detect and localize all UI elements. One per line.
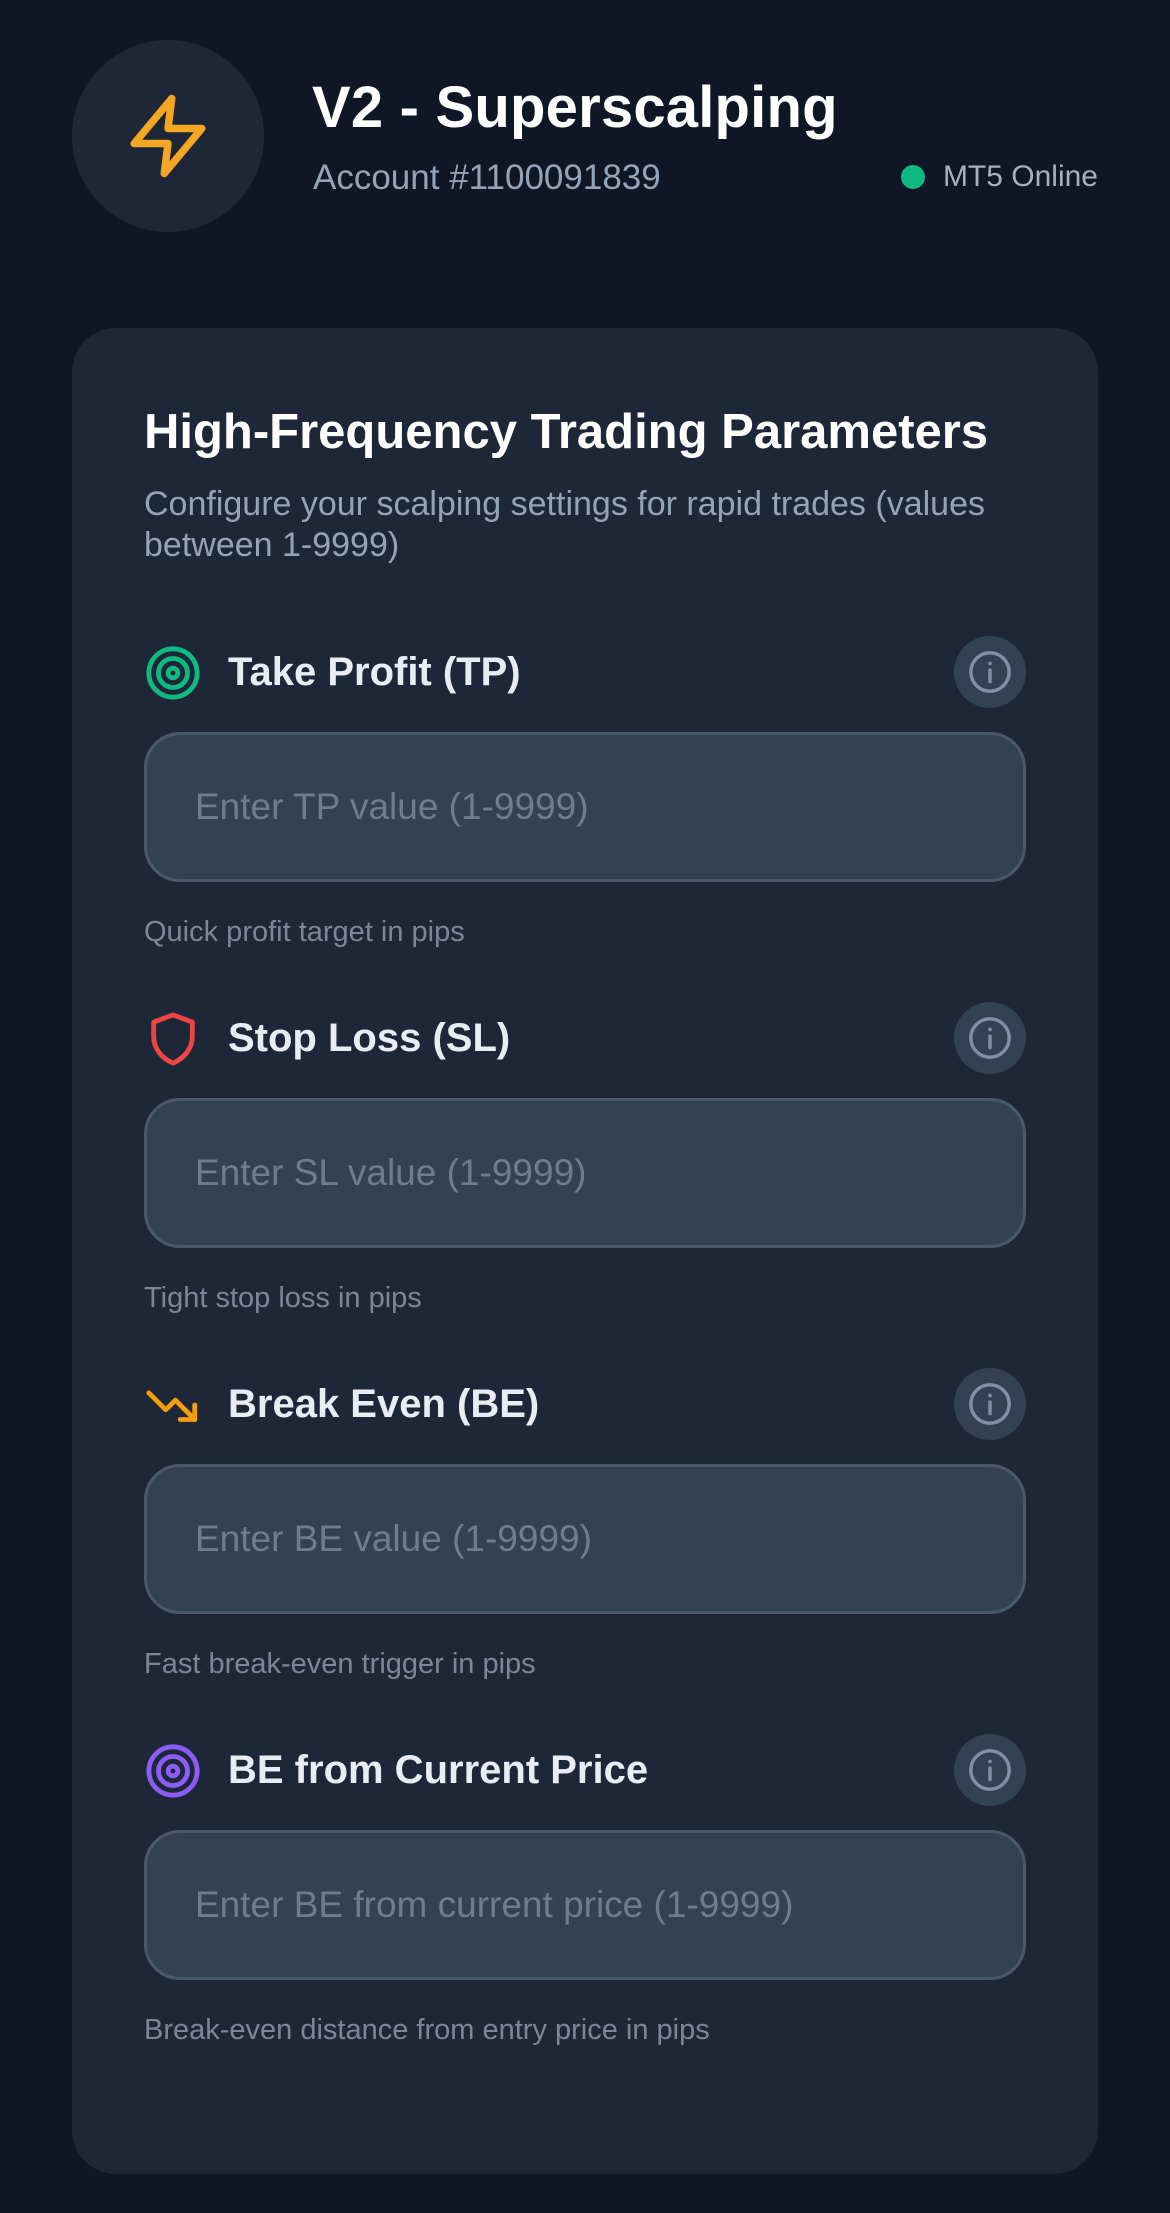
break-even-label: Break Even (BE) (228, 1382, 540, 1426)
break-even-help: Fast break-even trigger in pips (144, 1648, 536, 1680)
stop-loss-help: Tight stop loss in pips (144, 1282, 422, 1314)
connection-status: MT5 Online (900, 160, 1098, 194)
parameters-card: High-Frequency Trading Parameters Config… (72, 328, 1098, 2174)
status-text: MT5 Online (942, 160, 1098, 193)
take-profit-help: Quick profit target in pips (144, 916, 465, 948)
take-profit-label: Take Profit (TP) (228, 650, 521, 694)
card-subtitle: Configure your scalping settings for rap… (144, 485, 985, 564)
info-icon (969, 651, 1011, 693)
take-profit-input[interactable] (144, 732, 1026, 882)
account-number: Account #1100091839 (313, 158, 661, 197)
shield-icon (144, 1010, 202, 1068)
radar-target-icon (144, 1742, 202, 1800)
app-logo (72, 40, 264, 232)
target-icon (144, 644, 202, 702)
app-title: V2 - Superscalping (312, 75, 838, 140)
status-dot (900, 165, 925, 189)
be-current-price-label: BE from Current Price (228, 1748, 649, 1792)
trending-down-icon (144, 1376, 202, 1434)
card-title: High-Frequency Trading Parameters (144, 405, 989, 459)
take-profit-info-button[interactable] (954, 636, 1026, 708)
break-even-info-button[interactable] (954, 1368, 1026, 1440)
stop-loss-input[interactable] (144, 1098, 1026, 1248)
break-even-input[interactable] (144, 1464, 1026, 1614)
info-icon (969, 1383, 1011, 1425)
info-icon (969, 1017, 1011, 1059)
app-header: V2 - Superscalping Account #1100091839 M… (72, 40, 1098, 232)
lightning-bolt-icon (130, 94, 206, 178)
be-current-price-input[interactable] (144, 1830, 1026, 1980)
stop-loss-label: Stop Loss (SL) (228, 1016, 511, 1060)
stop-loss-info-button[interactable] (954, 1002, 1026, 1074)
info-icon (969, 1749, 1011, 1791)
be-current-price-info-button[interactable] (954, 1734, 1026, 1806)
be-current-price-help: Break-even distance from entry price in … (144, 2014, 710, 2046)
